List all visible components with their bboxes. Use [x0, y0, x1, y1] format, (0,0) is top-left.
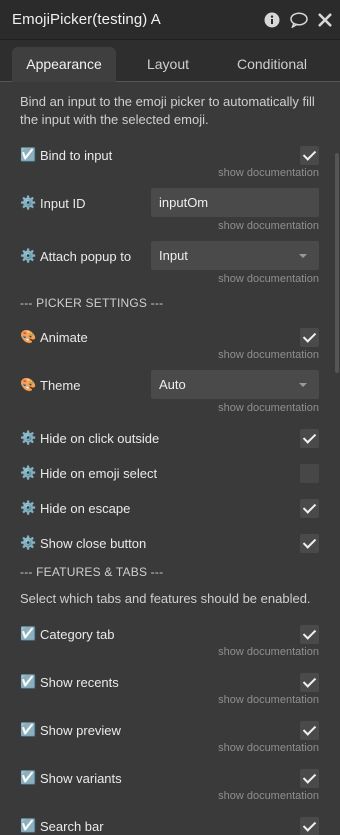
tab-bar: Appearance Layout Conditional: [0, 40, 340, 82]
attach-popup-dropdown[interactable]: Input: [151, 241, 319, 270]
theme-text: Theme: [40, 377, 81, 393]
checkbox-emoji-icon: ☑️: [20, 818, 37, 833]
features-tabs-heading: --- FEATURES & TABS ---: [20, 565, 164, 579]
features-description: Select which tabs and features should be…: [20, 591, 311, 606]
gear-icon: ⚙️: [20, 535, 37, 550]
bind-description: Bind an input to the emoji picker to aut…: [20, 94, 315, 127]
gear-icon: ⚙️: [20, 195, 37, 210]
hide-click-outside-text: Hide on click outside: [40, 430, 160, 446]
bind-to-input-text: Bind to input: [40, 147, 113, 163]
show-preview-text: Show preview: [40, 722, 121, 738]
category-tab-text: Category tab: [40, 626, 115, 642]
show-close-checkbox[interactable]: [300, 534, 319, 553]
show-close-label: ⚙️ Show close button: [20, 535, 146, 551]
search-bar-text: Search bar: [40, 818, 104, 834]
show-variants-checkbox[interactable]: [300, 769, 319, 788]
show-variants-text: Show variants: [40, 770, 122, 786]
gear-icon: ⚙️: [20, 500, 37, 515]
gear-icon: ⚙️: [20, 465, 37, 480]
checkbox-emoji-icon: ☑️: [20, 722, 37, 737]
show-close-text: Show close button: [40, 535, 147, 551]
palette-icon: 🎨: [20, 377, 37, 392]
show-documentation-link[interactable]: show documentation: [218, 167, 319, 179]
show-variants-label: ☑️ Show variants: [20, 770, 122, 786]
tab-conditional[interactable]: Conditional: [222, 47, 322, 82]
animate-checkbox[interactable]: [300, 328, 319, 347]
show-documentation-link[interactable]: show documentation: [218, 402, 319, 414]
animate-label: 🎨 Animate: [20, 329, 88, 345]
hide-escape-checkbox[interactable]: [300, 499, 319, 518]
info-icon[interactable]: [264, 12, 280, 28]
theme-dropdown[interactable]: Auto: [151, 370, 319, 399]
attach-popup-label: ⚙️ Attach popup to: [20, 248, 131, 264]
palette-icon: 🎨: [20, 329, 37, 344]
theme-value: Auto: [159, 377, 186, 392]
show-documentation-link[interactable]: show documentation: [218, 790, 319, 802]
show-documentation-link[interactable]: show documentation: [218, 646, 319, 658]
close-icon[interactable]: [318, 12, 332, 28]
show-preview-checkbox[interactable]: [300, 721, 319, 740]
hide-escape-label: ⚙️ Hide on escape: [20, 500, 130, 516]
checkbox-emoji-icon: ☑️: [20, 770, 37, 785]
category-tab-label: ☑️ Category tab: [20, 626, 114, 642]
theme-label: 🎨 Theme: [20, 377, 80, 393]
show-recents-text: Show recents: [40, 674, 119, 690]
bind-to-input-label: ☑️ Bind to input: [20, 147, 112, 163]
show-preview-label: ☑️ Show preview: [20, 722, 121, 738]
comment-icon[interactable]: [290, 12, 308, 28]
hide-click-outside-label: ⚙️ Hide on click outside: [20, 430, 159, 446]
chevron-down-icon: [299, 383, 307, 387]
gear-icon: ⚙️: [20, 430, 37, 445]
show-documentation-link[interactable]: show documentation: [218, 220, 319, 232]
attach-popup-text: Attach popup to: [40, 248, 132, 264]
attach-popup-value: Input: [159, 248, 188, 263]
tab-layout[interactable]: Layout: [120, 47, 216, 82]
show-recents-checkbox[interactable]: [300, 673, 319, 692]
picker-settings-heading: --- PICKER SETTINGS ---: [20, 296, 164, 310]
title-bar: EmojiPicker(testing) A: [0, 0, 340, 40]
show-recents-label: ☑️ Show recents: [20, 674, 119, 690]
search-bar-checkbox[interactable]: [300, 817, 319, 835]
bind-to-input-checkbox[interactable]: [300, 146, 319, 165]
hide-click-outside-checkbox[interactable]: [300, 429, 319, 448]
tab-appearance[interactable]: Appearance: [12, 47, 116, 82]
category-tab-checkbox[interactable]: [300, 625, 319, 644]
hide-emoji-select-checkbox[interactable]: [300, 464, 319, 483]
checkbox-emoji-icon: ☑️: [20, 674, 37, 689]
scrollbar[interactable]: [335, 153, 339, 373]
title-bar-actions: [264, 12, 332, 28]
checkbox-emoji-icon: ☑️: [20, 147, 37, 162]
show-documentation-link[interactable]: show documentation: [218, 694, 319, 706]
show-documentation-link[interactable]: show documentation: [218, 349, 319, 361]
input-id-text: Input ID: [40, 195, 86, 211]
chevron-down-icon: [299, 254, 307, 258]
input-id-label: ⚙️ Input ID: [20, 195, 86, 211]
property-panel: Bind an input to the emoji picker to aut…: [0, 83, 340, 835]
hide-escape-text: Hide on escape: [40, 500, 131, 516]
show-documentation-link[interactable]: show documentation: [218, 273, 319, 285]
search-bar-label: ☑️ Search bar: [20, 818, 104, 834]
animate-text: Animate: [40, 329, 88, 345]
show-documentation-link[interactable]: show documentation: [218, 742, 319, 754]
checkbox-emoji-icon: ☑️: [20, 626, 37, 641]
input-id-field[interactable]: inputOm: [151, 188, 319, 217]
panel-title: EmojiPicker(testing) A: [12, 11, 161, 28]
hide-emoji-select-label: ⚙️ Hide on emoji select: [20, 465, 157, 481]
hide-emoji-select-text: Hide on emoji select: [40, 465, 158, 481]
gear-icon: ⚙️: [20, 248, 37, 263]
